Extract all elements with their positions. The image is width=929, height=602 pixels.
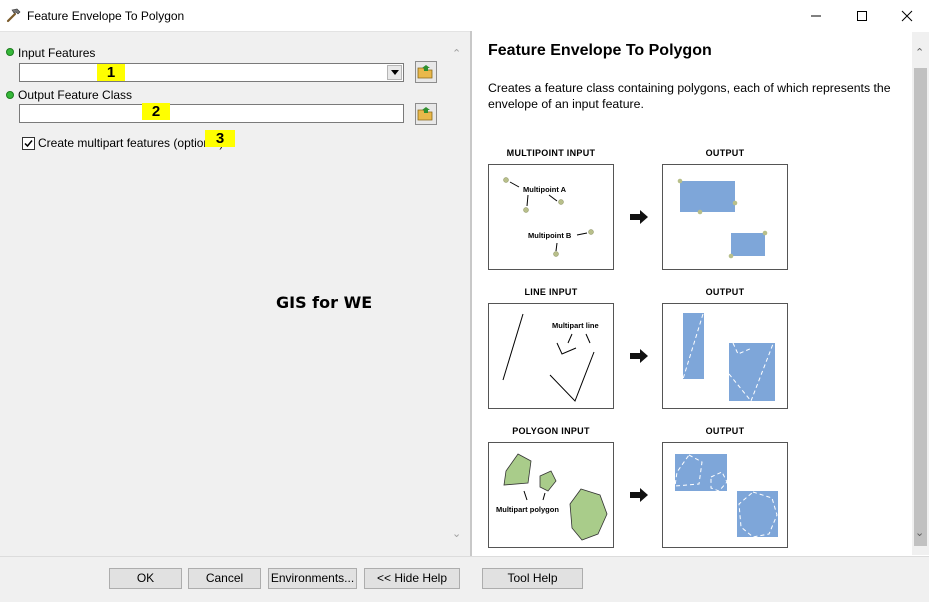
- ok-button[interactable]: OK: [109, 568, 182, 589]
- polygon-input-label: POLYGON INPUT: [512, 426, 590, 436]
- title-bar: Feature Envelope To Polygon: [0, 0, 929, 31]
- open-folder-icon: [417, 65, 433, 79]
- right-arrow-icon: [630, 210, 648, 224]
- input-browse-button[interactable]: [415, 61, 437, 83]
- annotation-marker-3: 3: [205, 130, 235, 147]
- multipoint-input-label: MULTIPOINT INPUT: [506, 148, 596, 158]
- scroll-down-icon[interactable]: ⌄: [915, 526, 924, 539]
- annotation-marker-2: 2: [142, 103, 170, 120]
- output-label: OUTPUT: [705, 148, 745, 158]
- output-feature-class-label: Output Feature Class: [18, 88, 133, 102]
- dropdown-arrow-icon[interactable]: [387, 65, 402, 80]
- multipart-line-note: Multipart line: [552, 321, 599, 330]
- output-label: OUTPUT: [705, 287, 745, 297]
- scroll-up-icon[interactable]: ⌃: [452, 47, 461, 60]
- multipart-label: Create multipart features (optional): [38, 136, 224, 150]
- right-arrow-icon: [630, 349, 648, 363]
- line-output-graphic: [662, 303, 788, 409]
- multipart-polygon-note: Multipart polygon: [496, 505, 559, 514]
- multipart-checkbox[interactable]: [22, 137, 35, 150]
- multipoint-b-note: Multipoint B: [528, 231, 572, 240]
- output-browse-button[interactable]: [415, 103, 437, 125]
- left-scrollbar[interactable]: ⌃ ⌄: [448, 33, 468, 554]
- input-features-combobox[interactable]: [19, 63, 404, 82]
- scroll-down-icon[interactable]: ⌄: [452, 527, 461, 540]
- window-title: Feature Envelope To Polygon: [27, 9, 185, 23]
- environments-button[interactable]: Environments...: [268, 568, 357, 589]
- required-dot-icon: [6, 91, 14, 99]
- watermark-text: GIS for WE: [276, 293, 373, 312]
- close-button[interactable]: [884, 0, 929, 31]
- polygon-output-graphic: [662, 442, 788, 548]
- button-bar: OK Cancel Environments... << Hide Help T…: [0, 556, 929, 602]
- maximize-icon: [857, 10, 867, 21]
- minimize-icon: [811, 15, 821, 16]
- multipoint-output-graphic: [662, 164, 788, 270]
- multipoint-input-graphic: Multipoint A Multipoint B: [488, 164, 614, 270]
- right-arrow-icon: [630, 488, 648, 502]
- help-description: Creates a feature class containing polyg…: [488, 81, 891, 111]
- tool-help-button[interactable]: Tool Help: [482, 568, 583, 589]
- cancel-button[interactable]: Cancel: [188, 568, 261, 589]
- checkmark-icon: [24, 140, 33, 148]
- help-title: Feature Envelope To Polygon: [488, 42, 712, 59]
- help-scrollbar[interactable]: ⌃ ⌄: [912, 32, 929, 555]
- line-input-label: LINE INPUT: [524, 287, 578, 297]
- minimize-button[interactable]: [793, 0, 839, 31]
- output-label: OUTPUT: [705, 426, 745, 436]
- line-input-graphic: Multipart line: [488, 303, 614, 409]
- required-dot-icon: [6, 48, 14, 56]
- output-feature-class-input[interactable]: [19, 104, 404, 123]
- hammer-icon: [6, 8, 21, 23]
- help-panel: Feature Envelope To Polygon Creates a fe…: [472, 32, 912, 555]
- annotation-marker-1: 1: [97, 64, 125, 81]
- polygon-input-graphic: Multipart polygon: [488, 442, 614, 548]
- scrollbar-thumb[interactable]: [914, 68, 927, 546]
- close-icon: [901, 10, 913, 21]
- hide-help-button[interactable]: << Hide Help: [364, 568, 460, 589]
- multipoint-a-note: Multipoint A: [523, 185, 567, 194]
- input-features-label: Input Features: [18, 46, 96, 60]
- maximize-button[interactable]: [839, 0, 885, 31]
- open-folder-icon: [417, 107, 433, 121]
- scroll-up-icon[interactable]: ⌃: [915, 46, 924, 59]
